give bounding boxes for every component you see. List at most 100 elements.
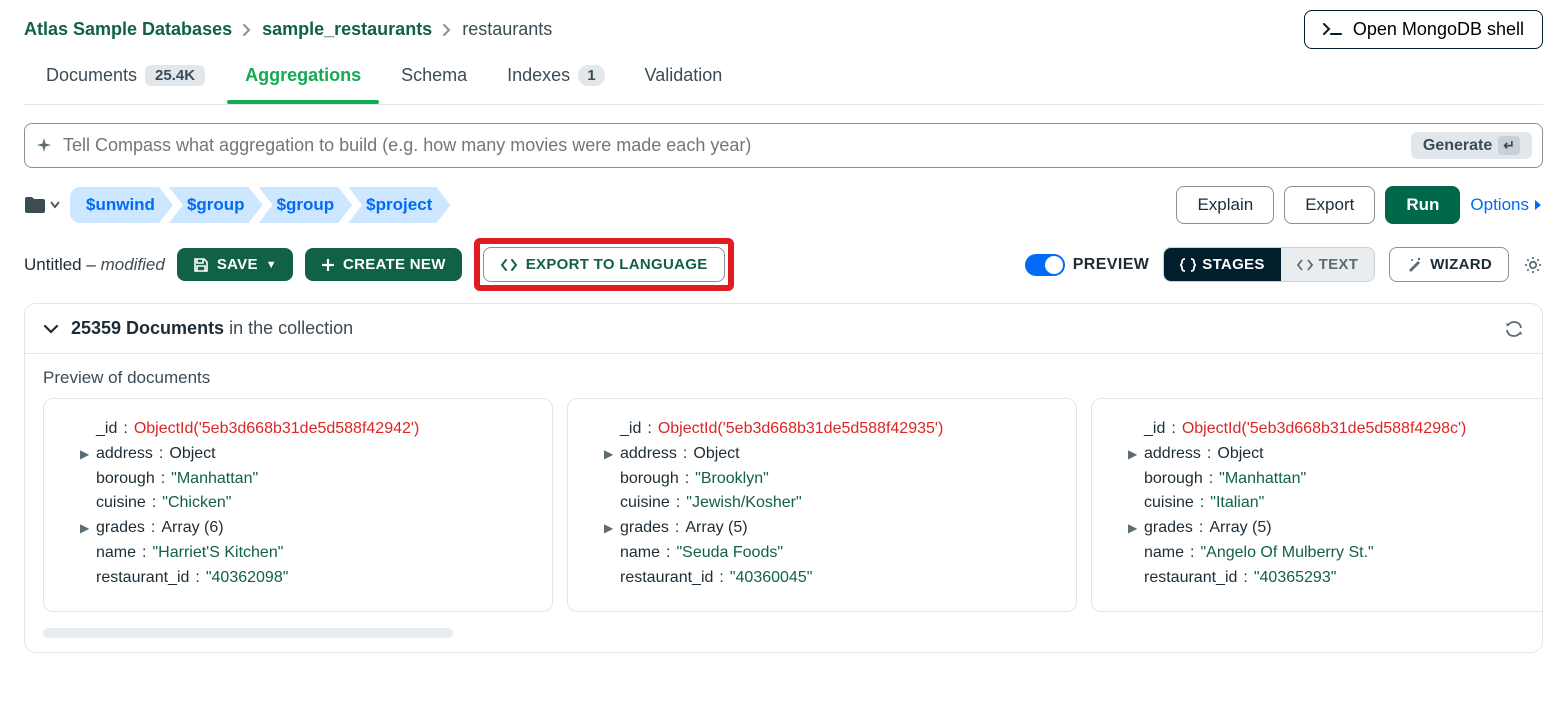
save-label: SAVE [217,256,258,273]
tab-documents-label: Documents [46,65,137,86]
breadcrumb-db[interactable]: sample_restaurants [262,19,432,40]
tab-documents[interactable]: Documents 25.4K [46,55,205,104]
breadcrumb-collection[interactable]: restaurants [462,19,552,40]
caret-right-icon [1533,199,1543,211]
document-field: borough : "Brooklyn" [590,467,1054,492]
open-shell-label: Open MongoDB shell [1353,19,1524,40]
collection-tabs: Documents 25.4K Aggregations Schema Inde… [24,55,1543,105]
return-key-icon: ↵ [1498,136,1520,155]
document-field: _id : ObjectId('5eb3d668b31de5d588f42935… [590,417,1054,442]
document-field: restaurant_id : "40362098" [66,566,530,591]
stages-label: STAGES [1202,256,1264,273]
preview-label: PREVIEW [1073,256,1150,274]
options-link[interactable]: Options [1470,195,1543,215]
highlight-annotation: EXPORT TO LANGUAGE [474,238,734,291]
stage-chip[interactable]: $group [169,187,263,223]
text-label: TEXT [1319,256,1359,273]
plus-icon [321,258,335,272]
refresh-icon[interactable] [1504,321,1524,337]
document-field: name : "Angelo Of Mulberry St." [1114,541,1542,566]
view-mode-segment: STAGES TEXT [1163,247,1375,282]
expand-icon[interactable]: ▶ [80,445,90,464]
explain-button[interactable]: Explain [1176,186,1274,224]
breadcrumb-root[interactable]: Atlas Sample Databases [24,19,232,40]
document-field: ▶grades : Array (5) [1114,516,1542,541]
document-field: _id : ObjectId('5eb3d668b31de5d588f4298c… [1114,417,1542,442]
export-button[interactable]: Export [1284,186,1375,224]
document-card: _id : ObjectId('5eb3d668b31de5d588f42942… [43,398,553,612]
save-button[interactable]: SAVE ▼ [177,248,293,281]
stage-chip[interactable]: $group [259,187,353,223]
code-icon [1297,259,1313,271]
stages-view-button[interactable]: STAGES [1164,248,1280,281]
wand-icon [1406,257,1422,273]
save-icon [193,257,209,273]
document-field: cuisine : "Italian" [1114,491,1542,516]
wizard-label: WIZARD [1430,256,1492,273]
document-field: cuisine : "Jewish/Kosher" [590,491,1054,516]
ai-prompt-input[interactable] [63,135,1401,156]
sparkle-icon [35,137,53,155]
terminal-icon [1323,23,1343,37]
document-field: name : "Seuda Foods" [590,541,1054,566]
document-field: ▶grades : Array (5) [590,516,1054,541]
options-label: Options [1470,195,1529,215]
document-field: ▶address : Object [590,442,1054,467]
tab-schema[interactable]: Schema [401,55,467,104]
expand-icon[interactable]: ▶ [604,519,614,538]
caret-down-icon: ▼ [266,259,277,271]
document-field: restaurant_id : "40365293" [1114,566,1542,591]
collapse-icon[interactable] [43,323,59,335]
expand-icon[interactable]: ▶ [1128,445,1138,464]
document-field: restaurant_id : "40360045" [590,566,1054,591]
document-cards: _id : ObjectId('5eb3d668b31de5d588f42942… [25,398,1542,624]
horizontal-scrollbar[interactable] [43,628,453,638]
document-field: borough : "Manhattan" [66,467,530,492]
tab-indexes[interactable]: Indexes 1 [507,55,604,104]
document-field: ▶address : Object [66,442,530,467]
create-new-button[interactable]: CREATE NEW [305,248,462,281]
code-icon [500,258,518,272]
stage-chip[interactable]: $project [348,187,450,223]
document-field: name : "Harriet'S Kitchen" [66,541,530,566]
document-field: ▶address : Object [1114,442,1542,467]
caret-down-icon [50,201,60,209]
export-lang-label: EXPORT TO LANGUAGE [526,256,708,273]
document-card: _id : ObjectId('5eb3d668b31de5d588f4298c… [1091,398,1542,612]
text-view-button[interactable]: TEXT [1281,248,1375,281]
expand-icon[interactable]: ▶ [1128,519,1138,538]
expand-icon[interactable]: ▶ [604,445,614,464]
document-card: _id : ObjectId('5eb3d668b31de5d588f42935… [567,398,1077,612]
chevron-right-icon [242,23,252,37]
generate-button[interactable]: Generate ↵ [1411,132,1532,159]
generate-label: Generate [1423,137,1492,155]
pipeline-name: Untitled – modified [24,255,165,275]
tab-validation[interactable]: Validation [645,55,723,104]
tab-aggregations[interactable]: Aggregations [245,55,361,104]
tab-aggregations-label: Aggregations [245,65,361,86]
expand-icon[interactable]: ▶ [80,519,90,538]
settings-icon[interactable] [1523,255,1543,275]
wizard-button[interactable]: WIZARD [1389,247,1509,282]
braces-icon [1180,258,1196,272]
export-to-language-button[interactable]: EXPORT TO LANGUAGE [483,247,725,282]
tab-indexes-label: Indexes [507,65,570,86]
document-count: 25359 Documents [71,318,224,338]
ai-prompt: Generate ↵ [24,123,1543,168]
documents-count-badge: 25.4K [145,65,205,86]
preview-title: Preview of documents [25,354,1542,398]
results-panel: 25359 Documents in the collection Previe… [24,303,1543,653]
indexes-count-badge: 1 [578,65,604,86]
open-shell-button[interactable]: Open MongoDB shell [1304,10,1543,49]
run-button[interactable]: Run [1385,186,1460,224]
create-new-label: CREATE NEW [343,256,446,273]
breadcrumb: Atlas Sample Databases sample_restaurant… [24,19,552,40]
document-field: ▶grades : Array (6) [66,516,530,541]
preview-toggle[interactable] [1025,254,1065,276]
pipeline-stages: $unwind$group$group$project [70,187,450,223]
saved-pipelines-menu[interactable] [24,196,60,214]
tab-schema-label: Schema [401,65,467,86]
chevron-right-icon [442,23,452,37]
document-field: borough : "Manhattan" [1114,467,1542,492]
stage-chip[interactable]: $unwind [70,187,173,223]
